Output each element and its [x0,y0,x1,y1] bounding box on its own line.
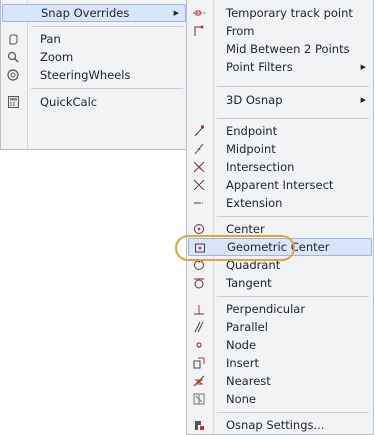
zoom-icon [5,50,21,64]
menu-item-label: From [226,24,255,38]
menu-item-label: Endpoint [226,124,278,138]
steeringwheels-icon [5,68,21,82]
extension-icon [191,196,207,210]
menu-item-quadrant[interactable]: Quadrant [188,256,372,274]
menu-item-label: Tangent [226,276,272,290]
menu-item-label: Zoom [40,50,74,64]
node-icon [191,338,207,352]
menu-item-mid-between-2-points[interactable]: Mid Between 2 Points [188,40,372,58]
insert-icon [191,356,207,370]
submenu-arrow-icon: ▶ [360,63,366,71]
menu-item-label: Quadrant [226,258,281,272]
menu-item-osnap-settings[interactable]: Osnap Settings... [188,416,372,434]
menu-item-label: Midpoint [226,142,276,156]
menu-item-center[interactable]: Center [188,220,372,238]
nearest-icon [191,374,207,388]
menu-item-pan[interactable]: Pan [2,30,186,48]
menu-item-none[interactable]: None [188,390,372,408]
menu-item-label: SteeringWheels [40,68,131,82]
menu-item-apparent-intersect[interactable]: Apparent Intersect [188,176,372,194]
intersection-icon [191,160,207,174]
menu-separator [217,216,369,217]
from-icon [191,24,207,38]
menu-item-label: None [226,392,257,406]
osnap-settings-icon [191,418,207,432]
menu-item-label: Extension [226,196,283,210]
menu-item-intersection[interactable]: Intersection [188,158,372,176]
menu-item-snap-overrides[interactable]: Snap Overrides ▶ [2,4,186,22]
menu-item-point-filters[interactable]: Point Filters ▶ [188,58,372,76]
menu-separator [31,88,183,89]
snap-overrides-submenu: Temporary track point From Mid Between 2… [186,0,374,435]
midpoint-icon [191,142,207,156]
menu-item-label: Temporary track point [226,6,353,20]
menu-item-label: Pan [40,32,61,46]
menu-separator [217,296,369,297]
pan-icon [5,32,21,46]
menu-item-label: Apparent Intersect [226,178,334,192]
menu-separator [31,26,183,27]
menu-item-endpoint[interactable]: Endpoint [188,122,372,140]
menu-item-node[interactable]: Node [188,336,372,354]
menu-item-insert[interactable]: Insert [188,354,372,372]
endpoint-icon [191,124,207,138]
menu-item-label: QuickCalc [40,95,98,109]
quadrant-icon [191,258,207,272]
quickcalc-icon [5,95,21,109]
submenu-arrow-icon: ▶ [173,9,179,17]
menu-item-label: 3D Osnap [226,93,283,107]
menu-item-tangent[interactable]: Tangent [188,274,372,292]
perpendicular-icon [191,302,207,316]
menu-item-label: Intersection [226,160,295,174]
menu-item-perpendicular[interactable]: Perpendicular [188,300,372,318]
menu-item-geometric-center[interactable]: Geometric Center [188,238,372,256]
context-menu: Snap Overrides ▶ Pan Zoom SteeringWheels… [0,0,188,150]
tangent-icon [191,276,207,290]
menu-item-label: Insert [226,356,259,370]
menu-item-steeringwheels[interactable]: SteeringWheels [2,66,186,84]
menu-item-from[interactable]: From [188,22,372,40]
menu-separator [217,86,369,87]
none-osnap-icon [191,392,207,406]
menu-item-label: Mid Between 2 Points [226,42,350,56]
submenu-arrow-icon: ▶ [360,96,366,104]
menu-item-label: Nearest [226,374,271,388]
menu-item-quickcalc[interactable]: QuickCalc [2,93,186,111]
menu-item-midpoint[interactable]: Midpoint [188,140,372,158]
menu-item-label: Center [226,222,265,236]
menu-item-temporary-track-point[interactable]: Temporary track point [188,4,372,22]
parallel-icon [191,320,207,334]
menu-item-parallel[interactable]: Parallel [188,318,372,336]
menu-item-label: Snap Overrides [41,6,130,20]
menu-item-label: Parallel [226,320,268,334]
temporary-track-point-icon [191,6,207,20]
center-icon [191,222,207,236]
menu-item-label: Point Filters [226,60,293,74]
menu-item-label: Geometric Center [227,240,330,254]
menu-separator [217,118,369,119]
menu-separator [217,412,369,413]
menu-item-label: Osnap Settings... [226,418,325,432]
geometric-center-icon [192,241,208,255]
menu-item-label: Perpendicular [226,302,306,316]
menu-item-nearest[interactable]: Nearest [188,372,372,390]
apparent-intersect-icon [191,178,207,192]
menu-item-extension[interactable]: Extension [188,194,372,212]
menu-item-3d-osnap[interactable]: 3D Osnap ▶ [188,91,372,109]
menu-item-label: Node [226,338,257,352]
menu-item-zoom[interactable]: Zoom [2,48,186,66]
